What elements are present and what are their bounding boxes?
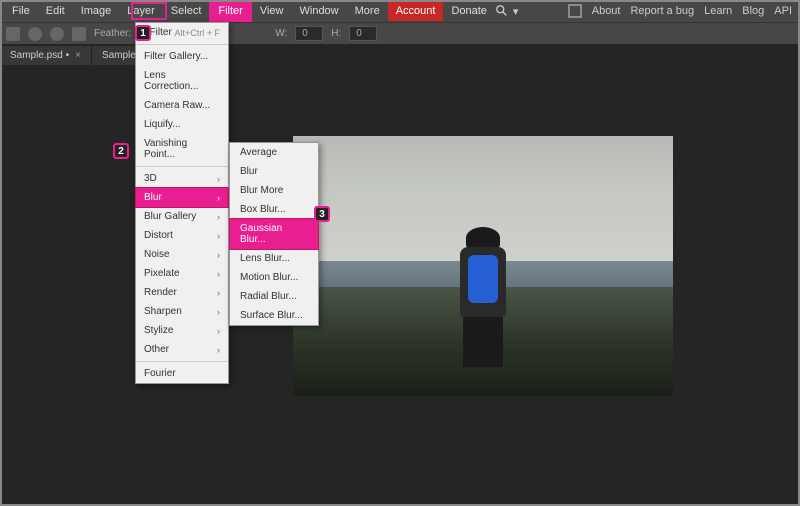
submenu-arrow-icon: › (217, 307, 220, 317)
menu-label: Liquify... (144, 119, 181, 130)
menu-more[interactable]: More (347, 1, 388, 21)
menu-label: Blur Gallery (144, 211, 196, 222)
menu-gaussian-blur[interactable]: Gaussian Blur... (229, 218, 319, 250)
menu-blur-item[interactable]: Blur (230, 162, 318, 181)
menu-lens-correction[interactable]: Lens Correction... (136, 66, 228, 96)
menu-label: Distort (144, 230, 173, 241)
menu-box-blur[interactable]: Box Blur... (230, 200, 318, 219)
menu-average[interactable]: Average (230, 143, 318, 162)
options-bar: Feather: 0 W: 0 H: 0 (0, 22, 800, 44)
submenu-arrow-icon: › (217, 326, 220, 336)
search-icon[interactable] (495, 4, 509, 18)
menu-sharpen[interactable]: Sharpen › (136, 302, 228, 321)
menu-label: 3D (144, 173, 157, 184)
subtract-selection-icon[interactable] (50, 27, 64, 41)
link-report-bug[interactable]: Report a bug (630, 5, 694, 17)
menu-label: Camera Raw... (144, 100, 210, 111)
w-label: W: (275, 28, 287, 39)
menu-label: Filter Gallery... (144, 51, 208, 62)
submenu-arrow-icon: › (217, 212, 220, 222)
workspace (0, 66, 800, 506)
menu-filter-gallery[interactable]: Filter Gallery... (136, 47, 228, 66)
tab-label: Sample.psd • (10, 50, 69, 61)
menu-donate[interactable]: Donate (443, 1, 494, 21)
submenu-arrow-icon: › (217, 250, 220, 260)
menubar: File Edit Image Layer Select Filter View… (0, 0, 800, 22)
submenu-arrow-icon: › (217, 174, 220, 184)
menu-stylize[interactable]: Stylize › (136, 321, 228, 340)
menu-label: Other (144, 344, 169, 355)
menu-account[interactable]: Account (388, 1, 444, 21)
menu-label: Render (144, 287, 177, 298)
canvas-image (293, 136, 673, 396)
link-blog[interactable]: Blog (742, 5, 764, 17)
intersect-selection-icon[interactable] (72, 27, 86, 41)
menu-layer[interactable]: Layer (119, 1, 163, 21)
menu-distort[interactable]: Distort › (136, 226, 228, 245)
filter-dropdown: t Filter Alt+Ctrl + F Filter Gallery... … (135, 22, 229, 384)
add-selection-icon[interactable] (28, 27, 42, 41)
menu-window[interactable]: Window (292, 1, 347, 21)
menu-motion-blur[interactable]: Motion Blur... (230, 268, 318, 287)
menu-liquify[interactable]: Liquify... (136, 115, 228, 134)
menu-vanishing-point[interactable]: Vanishing Point... (136, 134, 228, 164)
separator (136, 166, 228, 167)
menu-image[interactable]: Image (73, 1, 120, 21)
menu-label: Stylize (144, 325, 173, 336)
shortcut-label: Alt+Ctrl + F (174, 28, 220, 38)
menu-label: Noise (144, 249, 170, 260)
feather-label: Feather: (94, 28, 131, 39)
submenu-arrow-icon: › (217, 345, 220, 355)
menu-other[interactable]: Other › (136, 340, 228, 359)
menu-label: Sharpen (144, 306, 182, 317)
separator (136, 44, 228, 45)
menubar-right: About Report a bug Learn Blog API (568, 4, 800, 18)
submenu-arrow-icon: › (217, 269, 220, 279)
menu-3d[interactable]: 3D › (136, 169, 228, 188)
menu-blur-more[interactable]: Blur More (230, 181, 318, 200)
selection-mode-icon[interactable] (6, 27, 20, 41)
menu-render[interactable]: Render › (136, 283, 228, 302)
menu-blur-gallery[interactable]: Blur Gallery › (136, 207, 228, 226)
menu-pixelate[interactable]: Pixelate › (136, 264, 228, 283)
menu-fourier[interactable]: Fourier (136, 364, 228, 383)
menu-lens-blur[interactable]: Lens Blur... (230, 249, 318, 268)
menu-label: Lens Correction... (144, 70, 220, 92)
menu-file[interactable]: File (4, 1, 38, 21)
menu-label: Blur (144, 192, 162, 203)
tab-bar: Sample.psd • × Sample.psd × (0, 44, 800, 66)
menu-edit[interactable]: Edit (38, 1, 73, 21)
menu-noise[interactable]: Noise › (136, 245, 228, 264)
menu-filter[interactable]: Filter (209, 0, 251, 22)
h-label: H: (331, 28, 341, 39)
w-field[interactable]: 0 (295, 26, 323, 41)
submenu-arrow-icon: › (217, 193, 220, 203)
menu-select[interactable]: Select (163, 1, 210, 21)
menu-label: Fourier (144, 368, 176, 379)
link-api[interactable]: API (774, 5, 792, 17)
menu-label: Pixelate (144, 268, 180, 279)
menu-surface-blur[interactable]: Surface Blur... (230, 306, 318, 325)
separator (136, 361, 228, 362)
menu-camera-raw[interactable]: Camera Raw... (136, 96, 228, 115)
document-tab[interactable]: Sample.psd • × (0, 46, 92, 65)
menu-radial-blur[interactable]: Radial Blur... (230, 287, 318, 306)
submenu-arrow-icon: › (217, 288, 220, 298)
callout-3: 3 (314, 206, 330, 222)
fullscreen-icon[interactable] (568, 4, 582, 18)
callout-1: 1 (135, 25, 151, 41)
menu-label: Vanishing Point... (144, 138, 220, 160)
callout-2: 2 (113, 143, 129, 159)
blur-submenu: Average Blur Blur More Box Blur... Gauss… (229, 142, 319, 326)
menu-blur[interactable]: Blur › (135, 187, 229, 208)
link-learn[interactable]: Learn (704, 5, 732, 17)
link-about[interactable]: About (592, 5, 621, 17)
submenu-arrow-icon: › (217, 231, 220, 241)
close-icon[interactable]: × (75, 50, 81, 61)
menu-view[interactable]: View (252, 1, 292, 21)
dropdown-icon[interactable]: ▾ (513, 5, 519, 18)
h-field[interactable]: 0 (349, 26, 377, 41)
